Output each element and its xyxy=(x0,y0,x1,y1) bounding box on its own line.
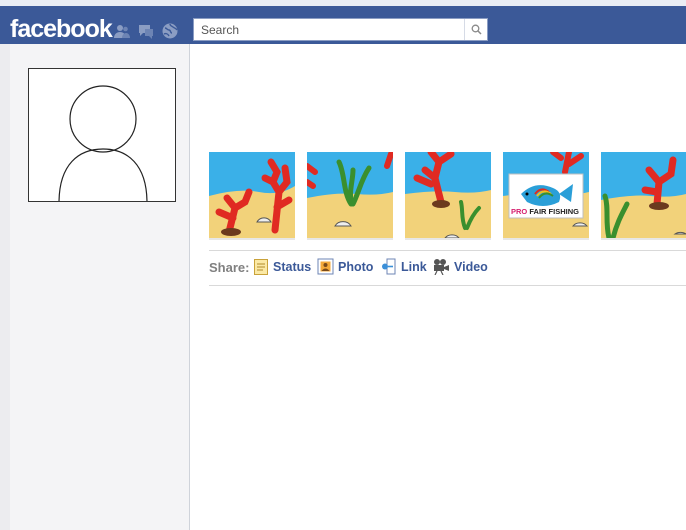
friend-requests-icon[interactable] xyxy=(113,22,131,40)
share-label: Share: xyxy=(209,260,250,275)
badge-pro: PRO xyxy=(511,207,528,216)
facebook-logo[interactable]: facebook xyxy=(10,15,113,44)
badge-fair-fishing: FAIR FISHING xyxy=(529,207,579,216)
photo-strip: PRO FAIR FISHING xyxy=(209,152,686,240)
status-icon xyxy=(254,259,268,275)
search-box xyxy=(193,18,488,41)
share-photo-button[interactable]: Photo xyxy=(317,258,373,275)
share-status-label: Status xyxy=(273,260,312,274)
share-video-button[interactable]: Video xyxy=(432,258,488,275)
photo-icon xyxy=(317,258,334,275)
share-bar: Share: Status Photo Link Video xyxy=(209,250,686,286)
share-status-button[interactable]: Status xyxy=(253,258,311,276)
photo-thumbnail[interactable]: PRO FAIR FISHING xyxy=(503,152,589,240)
share-video-label: Video xyxy=(454,259,488,274)
search-button[interactable] xyxy=(464,19,487,40)
top-navigation-bar: facebook xyxy=(0,0,686,44)
sidebar-edge xyxy=(0,44,10,530)
photo-thumbnail[interactable] xyxy=(209,152,295,240)
notifications-icon[interactable] xyxy=(161,22,179,40)
search-icon xyxy=(471,24,482,35)
messages-icon[interactable] xyxy=(137,22,155,40)
search-input[interactable] xyxy=(194,19,464,40)
pro-fair-fishing-badge: PRO FAIR FISHING xyxy=(511,207,579,216)
profile-picture[interactable] xyxy=(28,68,176,202)
photo-thumbnail[interactable] xyxy=(307,152,393,240)
link-icon xyxy=(382,258,396,275)
share-link-button[interactable]: Link xyxy=(380,258,427,275)
notification-jewels xyxy=(113,22,179,40)
default-avatar-icon xyxy=(58,85,148,201)
share-link-label: Link xyxy=(401,259,427,274)
share-photo-label: Photo xyxy=(338,259,374,274)
video-icon xyxy=(434,259,449,275)
photo-thumbnail[interactable] xyxy=(601,152,686,240)
photo-thumbnail[interactable] xyxy=(405,152,491,240)
